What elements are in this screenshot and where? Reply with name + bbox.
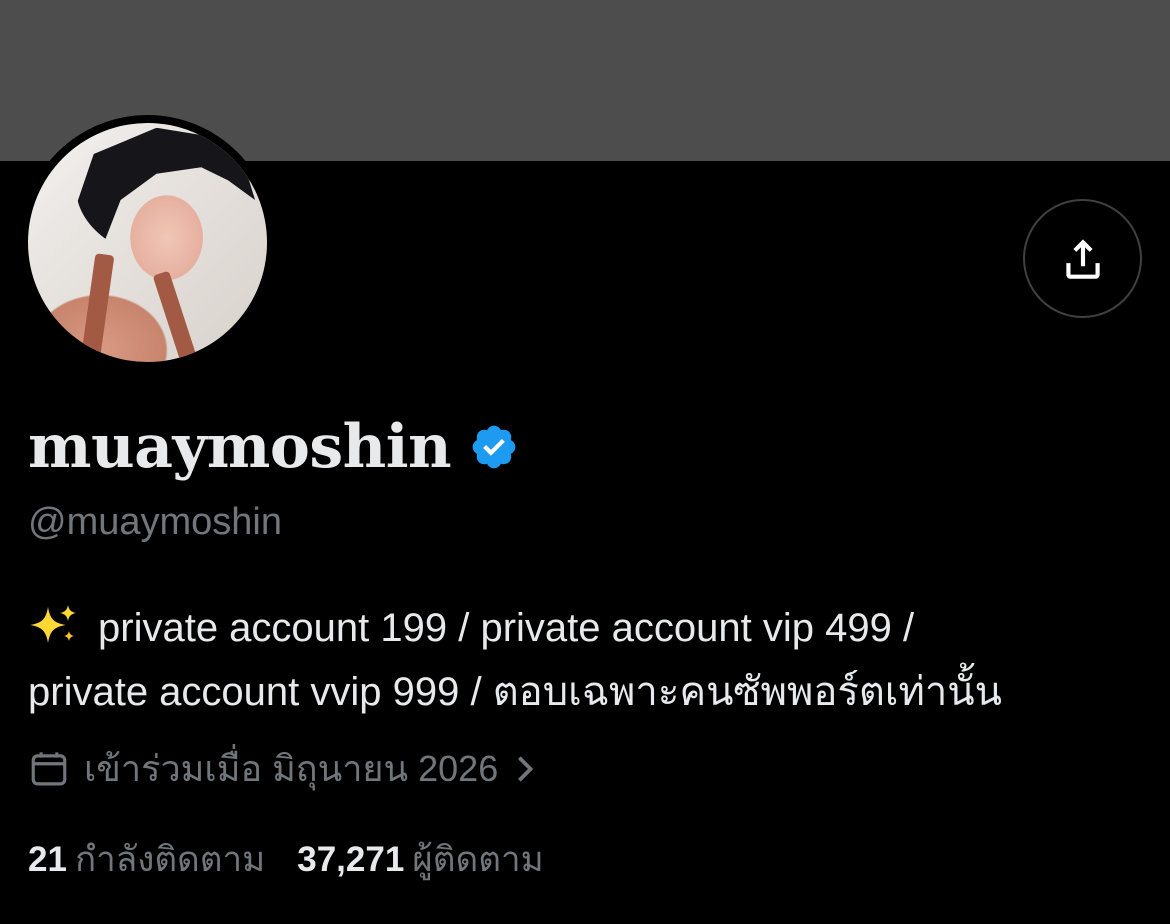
joined-text: เข้าร่วมเมื่อ มิถุนายน 2026 — [84, 748, 499, 789]
follow-stats: 21 กำลังติดตาม 37,271 ผู้ติดตาม — [28, 832, 576, 887]
followers-link[interactable]: 37,271 ผู้ติดตาม — [297, 832, 543, 887]
avatar[interactable] — [20, 115, 275, 370]
bio-line-1: private account 199 / private account vi… — [28, 596, 1148, 660]
following-count: 21 — [28, 840, 67, 879]
following-link[interactable]: 21 กำลังติดตาม — [28, 832, 265, 887]
joined-date[interactable]: เข้าร่วมเมื่อ มิถุนายน 2026 — [28, 740, 538, 797]
bio: private account 199 / private account vi… — [28, 596, 1148, 724]
bio-line-1-text: private account 199 / private account vi… — [98, 606, 915, 650]
share-button[interactable] — [1023, 199, 1142, 318]
avatar-photo — [28, 123, 267, 362]
verified-badge-icon[interactable] — [469, 422, 519, 472]
sparkles-icon — [30, 605, 76, 643]
display-name-text: muaymoshin — [28, 412, 452, 482]
followers-count: 37,271 — [297, 840, 405, 879]
share-icon — [1065, 238, 1100, 279]
profile-page: muaymoshin @muaymoshin private account 1… — [0, 0, 1170, 924]
bio-line-2: private account vvip 999 / ตอบเฉพาะคนซัพ… — [28, 670, 1002, 714]
calendar-icon — [31, 751, 67, 785]
display-name: muaymoshin — [28, 412, 519, 482]
handle: @muaymoshin — [28, 501, 282, 543]
followers-label: ผู้ติดตาม — [412, 840, 544, 879]
following-label: กำลังติดตาม — [74, 840, 266, 879]
chevron-right-icon — [518, 755, 534, 782]
